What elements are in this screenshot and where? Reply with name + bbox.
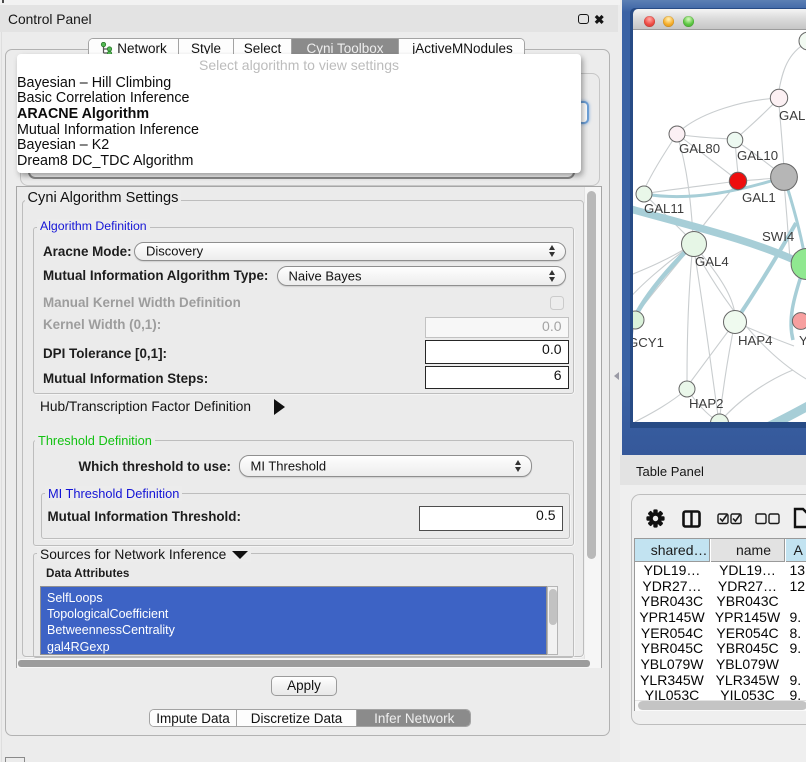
svg-text:GCY1: GCY1	[633, 335, 664, 350]
svg-text:HAP4: HAP4	[738, 333, 772, 348]
svg-text:GAL7: GAL7	[779, 108, 806, 123]
svg-text:GAL10: GAL10	[737, 148, 778, 163]
svg-text:GAL4: GAL4	[695, 254, 729, 269]
svg-text:GAL80: GAL80	[679, 141, 720, 156]
svg-text:GAL1: GAL1	[742, 190, 776, 205]
svg-text:HAP2: HAP2	[689, 396, 723, 411]
svg-text:YL: YL	[799, 333, 806, 348]
svg-text:GAL11: GAL11	[644, 201, 684, 216]
svg-text:SWI4: SWI4	[762, 229, 794, 244]
